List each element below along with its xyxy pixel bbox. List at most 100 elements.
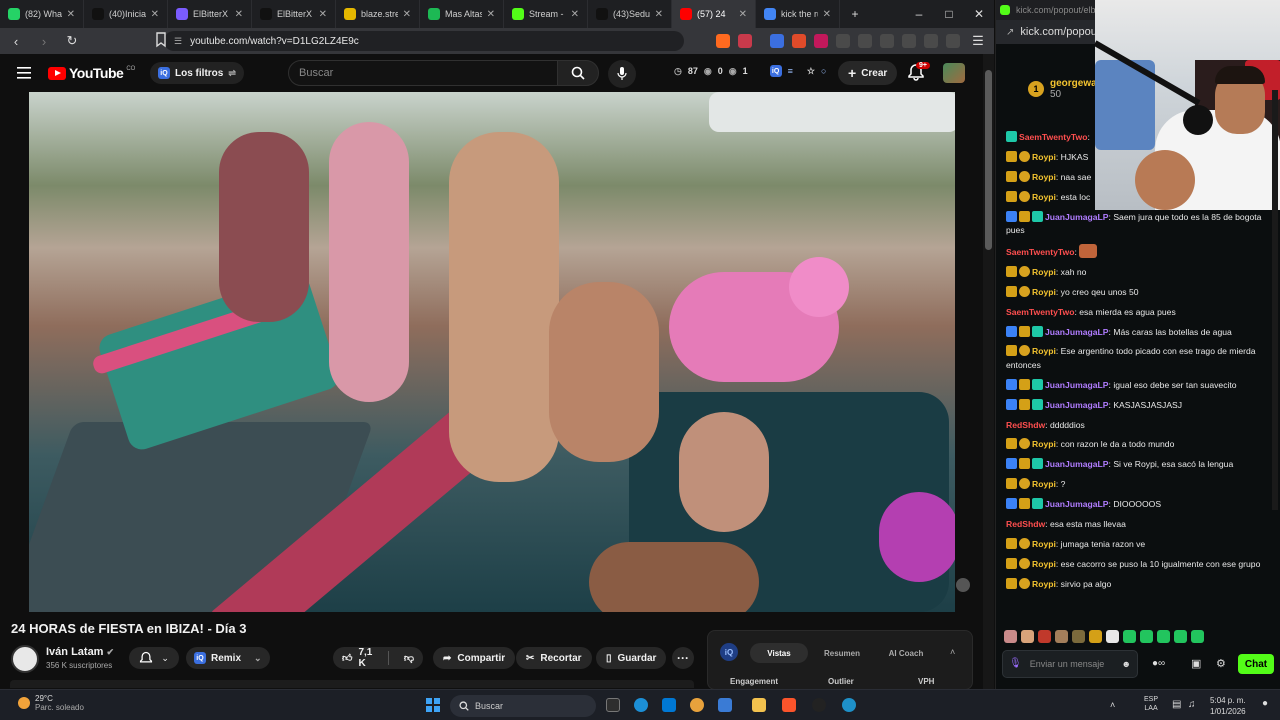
sidebar-icon[interactable] [902, 34, 916, 48]
chat-bubble-icon[interactable]: ○ [821, 66, 826, 76]
close-tab-icon[interactable]: ✕ [67, 9, 75, 20]
iq-icon[interactable]: iQ [769, 65, 782, 77]
close-tab-icon[interactable]: ✕ [739, 9, 747, 20]
chat-username[interactable]: SaemTwentyTwo [1006, 307, 1074, 317]
close-tab-icon[interactable]: ✕ [151, 9, 159, 20]
music-icon[interactable] [880, 34, 894, 48]
filters-button[interactable]: iQ Los filtros ⇌ [150, 62, 244, 84]
close-tab-icon[interactable]: ✕ [823, 9, 831, 20]
reload-icon[interactable]: ↻ [62, 31, 82, 51]
extensions-puzzle-icon[interactable] [924, 34, 938, 48]
chat-username[interactable]: Roypi [1032, 152, 1056, 162]
store-icon[interactable]: ▣ [1191, 657, 1201, 670]
chat-username[interactable]: Roypi [1032, 539, 1056, 549]
emote-icon[interactable] [1089, 630, 1102, 643]
chat-username[interactable]: JuanJumagaLP [1045, 459, 1109, 469]
system-clock[interactable]: 5:04 p. m. 1/01/2026 [1210, 695, 1246, 717]
vpn-icon[interactable] [946, 34, 960, 48]
channel-avatar[interactable] [11, 645, 39, 673]
voice-search-button[interactable] [608, 60, 636, 88]
chat-username[interactable]: Roypi [1032, 439, 1056, 449]
chat-username[interactable]: SaemTwentyTwo [1019, 132, 1087, 142]
more-actions-button[interactable]: ··· [672, 647, 694, 669]
kick-popout-url[interactable]: kick.com/popout/elbitt [1016, 5, 1103, 15]
extension-icon[interactable] [814, 34, 828, 48]
menu-icon[interactable]: ☰ [968, 31, 988, 51]
browser-tab[interactable]: (43)SeduceLa ✕ [588, 0, 672, 28]
volume-icon[interactable]: ♫ [1188, 699, 1196, 710]
collapse-chevron-icon[interactable]: ˄ [950, 647, 955, 657]
ext-tab[interactable]: Resumen [814, 643, 870, 663]
chat-username[interactable]: Roypi [1032, 192, 1056, 202]
account-avatar[interactable] [943, 63, 965, 83]
emote-icon[interactable] [1072, 630, 1085, 643]
chat-username[interactable]: JuanJumagaLP [1045, 499, 1109, 509]
people-icon[interactable]: ●∞ [1152, 658, 1165, 669]
close-tab-icon[interactable]: ✕ [319, 9, 327, 20]
emote-icon[interactable] [1191, 630, 1204, 643]
channel-name[interactable]: Iván Latam ✔ [46, 646, 114, 658]
app-icon[interactable] [718, 698, 732, 712]
trophy-icon[interactable]: ☆ [807, 66, 815, 77]
chat-username[interactable]: RedShdw [1006, 420, 1045, 430]
remix-button[interactable]: iQ Remix ⌄ [186, 647, 270, 669]
chat-username[interactable]: JuanJumagaLP [1045, 212, 1109, 222]
file-explorer-icon[interactable] [752, 698, 766, 712]
emote-icon[interactable] [1140, 630, 1153, 643]
close-tab-icon[interactable]: ✕ [235, 9, 243, 20]
network-icon[interactable]: ▤ [1172, 699, 1181, 710]
browser-tab[interactable]: blaze.stream/s ✕ [336, 0, 420, 28]
browser-tab[interactable]: (40)Iniciando n ✕ [84, 0, 168, 28]
guide-menu-icon[interactable] [17, 67, 31, 79]
chat-username[interactable]: RedShdw [1006, 519, 1045, 529]
extension-icon[interactable] [858, 34, 872, 48]
chat-message-input[interactable]: 🎙︎ Enviar un mensaje ☻ [1002, 650, 1138, 678]
tray-chevron-icon[interactable]: ˄ [1110, 700, 1115, 710]
emote-icon[interactable] [1106, 630, 1119, 643]
app-icon[interactable] [812, 698, 826, 712]
app-icon[interactable] [842, 698, 856, 712]
browser-tab[interactable]: ElBitterX - cc ✕ [252, 0, 336, 28]
minimize-button[interactable]: – [904, 0, 934, 28]
search-input[interactable]: Buscar [288, 60, 558, 86]
close-tab-icon[interactable]: ✕ [571, 9, 579, 20]
chat-username[interactable]: JuanJumagaLP [1045, 400, 1109, 410]
browser-tab[interactable]: (57) 24 ✕ [672, 0, 756, 28]
new-tab-button[interactable]: + [840, 0, 870, 28]
weather-widget[interactable]: 29°C Parc. soleado [18, 694, 84, 712]
chat-username[interactable]: Roypi [1032, 267, 1056, 277]
ext-tab[interactable]: AI Coach [874, 643, 938, 663]
chat-username[interactable]: Roypi [1032, 346, 1056, 356]
create-button[interactable]: + Crear [838, 61, 898, 85]
translate-extension-icon[interactable] [770, 34, 784, 48]
rewards-icon[interactable] [738, 34, 752, 48]
share-button[interactable]: ➦ Compartir [433, 647, 516, 669]
emote-icon[interactable] [1174, 630, 1187, 643]
store-icon[interactable] [662, 698, 676, 712]
site-info-icon[interactable]: ☰ [174, 36, 182, 47]
browser-tab[interactable]: Mas Altas ✕ [420, 0, 504, 28]
browser-tab[interactable]: ElBitterX - ✕ [168, 0, 252, 28]
emote-icon[interactable] [1055, 630, 1068, 643]
list-icon[interactable]: ≡ [788, 66, 793, 76]
close-tab-icon[interactable]: ✕ [655, 9, 663, 20]
close-tab-icon[interactable]: ✕ [403, 9, 411, 20]
chat-username[interactable]: Roypi [1032, 287, 1056, 297]
chat-username[interactable]: Roypi [1032, 579, 1056, 589]
close-window-button[interactable]: ✕ [964, 0, 994, 28]
settings-gear-icon[interactable]: ⚙ [1216, 657, 1226, 670]
chat-username[interactable]: JuanJumagaLP [1045, 327, 1109, 337]
emote-icon[interactable] [1038, 630, 1051, 643]
ext-tab[interactable]: Vistas [750, 643, 808, 663]
extension-icon[interactable] [792, 34, 806, 48]
emoji-icon[interactable]: ☻ [1122, 659, 1131, 669]
external-link-icon[interactable]: ↗ [1006, 27, 1014, 38]
emote-icon[interactable] [1123, 630, 1136, 643]
dislike-button[interactable]: 👎︎ [395, 647, 423, 669]
browser-tab[interactable]: kick the rules t ✕ [756, 0, 840, 28]
microphone-icon[interactable]: 🎙︎ [1009, 659, 1022, 669]
like-button[interactable]: 👍︎ 7,1 K [333, 647, 382, 669]
chat-username[interactable]: Roypi [1032, 559, 1056, 569]
brave-shield-icon[interactable] [716, 34, 730, 48]
chat-username[interactable]: JuanJumagaLP [1045, 380, 1109, 390]
